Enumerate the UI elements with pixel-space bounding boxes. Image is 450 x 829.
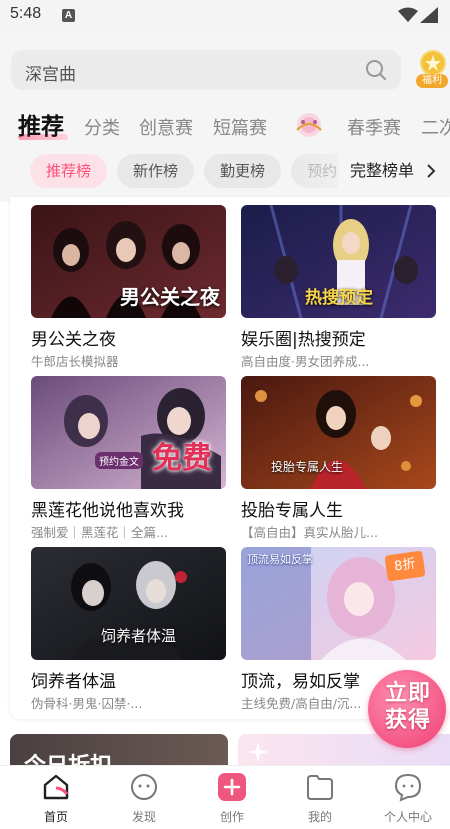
ranking-grid: 男公关之夜 男公关之夜 牛郎店长模拟器 热搜预定 娱乐圈|热搜预定 高自由度·男…: [10, 197, 450, 719]
card-title: 娱乐圈|热搜预定: [241, 330, 366, 350]
mine-icon: [307, 775, 333, 800]
discount-badge: 8折: [384, 550, 426, 582]
cover-image: 投胎专属人生: [241, 376, 436, 489]
nav-mine[interactable]: 我的: [280, 772, 360, 825]
tab-spring-contest[interactable]: 春季赛: [347, 114, 401, 140]
card-subtitle: 强制爱｜黑莲花｜全篇...: [31, 525, 168, 540]
nav-mine-label: 我的: [307, 810, 332, 824]
nav-create-label: 创作: [219, 810, 244, 824]
home-icon: [43, 774, 69, 800]
chevron-right-icon: [427, 164, 436, 178]
coin-icon: [420, 50, 446, 76]
tab-anime[interactable]: 二次: [421, 114, 450, 140]
card-title: 投胎专属人生: [241, 501, 343, 521]
nav-discover-label: 发现: [131, 810, 156, 824]
nav-create[interactable]: 创作: [192, 772, 272, 825]
cover-title-art: 饲养者体温: [101, 627, 177, 645]
search-bar[interactable]: 深宫曲: [11, 50, 401, 90]
ranking-chips: 推荐榜 新作榜 勤更榜 预约榜 完整榜单: [0, 154, 450, 190]
create-icon: [218, 773, 246, 801]
search-input[interactable]: 深宫曲: [25, 60, 76, 85]
welfare-button[interactable]: 福利: [416, 50, 450, 92]
nav-home[interactable]: 首页: [16, 772, 96, 825]
cover-image: 男公关之夜: [31, 205, 226, 318]
wifi-icon: [398, 7, 418, 22]
claim-promo-button[interactable]: 立即获得: [368, 670, 448, 748]
status-time: 5:48: [10, 5, 42, 22]
full-rank-link[interactable]: 完整榜单: [338, 154, 450, 188]
card-subtitle: 【高自由】真实从胎儿...: [241, 525, 378, 540]
nav-profile-label: 个人中心: [383, 810, 432, 824]
card-title: 饲养者体温: [31, 672, 116, 692]
cover-image: 预约金文 免费: [31, 376, 226, 489]
profile-icon: [394, 773, 422, 802]
tab-creative-contest[interactable]: 创意赛: [139, 114, 193, 140]
welfare-label: 福利: [416, 74, 448, 88]
notification-icon: A: [62, 9, 75, 22]
event-logo-icon[interactable]: [291, 110, 327, 140]
chip-recommend-rank[interactable]: 推荐榜: [30, 154, 107, 188]
cover-image: 热搜预定: [241, 205, 436, 318]
card-title: 男公关之夜: [31, 330, 116, 350]
nav-profile[interactable]: 个人中心: [368, 772, 448, 825]
card-title: 黑莲花他说他喜欢我: [31, 501, 184, 521]
cover-title-art: 男公关之夜: [120, 285, 220, 309]
nav-home-label: 首页: [43, 810, 68, 824]
cover-title-art: 热搜预定: [305, 288, 373, 308]
tab-category[interactable]: 分类: [84, 114, 120, 140]
cover-title-art: 投胎专属人生: [271, 460, 344, 474]
cover-badge: 预约金文: [95, 452, 143, 469]
cover-title-art: 免费: [152, 441, 212, 476]
cover-image: 饲养者体温: [31, 547, 226, 660]
category-tabs: 推荐 分类 创意赛 短篇赛 春季赛 二次: [0, 104, 450, 144]
sparkle-icon: [248, 742, 268, 762]
chip-update-rank[interactable]: 勤更榜: [204, 154, 281, 188]
card-subtitle: 高自由度·男女团养成...: [241, 354, 370, 369]
search-icon[interactable]: [365, 59, 387, 81]
full-rank-label: 完整榜单: [350, 161, 415, 180]
cover-title-art: 顶流易如反掌: [247, 553, 313, 566]
nav-discover[interactable]: 发现: [104, 772, 184, 825]
card-subtitle: 牛郎店长模拟器: [31, 354, 119, 369]
cover-image: 顶流易如反掌 8折: [241, 547, 436, 660]
chip-new-rank[interactable]: 新作榜: [117, 154, 194, 188]
tab-short-contest[interactable]: 短篇赛: [213, 114, 267, 140]
promo-label: 立即获得: [384, 681, 431, 733]
card-subtitle: 伪骨科·男鬼·囚禁·...: [31, 696, 143, 711]
signal-icon: [420, 7, 438, 23]
header: 深宫曲 福利 推荐 分类 创意赛 短篇赛 春季赛 二次 推荐榜 新作榜 勤更榜 …: [0, 32, 450, 202]
status-bar: 5:48 A: [0, 0, 450, 32]
discover-icon: [131, 774, 157, 800]
tab-recommend[interactable]: 推荐: [18, 107, 64, 141]
bottom-nav: 首页 发现 创作 我的 个人中心: [0, 765, 450, 829]
